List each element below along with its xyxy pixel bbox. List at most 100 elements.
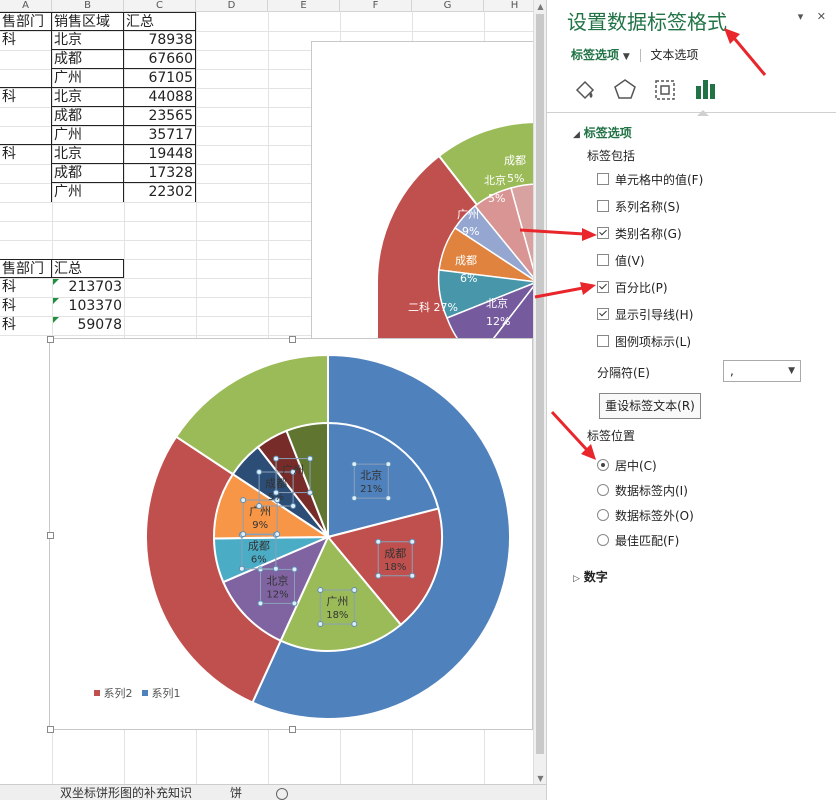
table1-cell-region[interactable]: 广州 bbox=[52, 183, 124, 202]
checkbox-checked[interactable] bbox=[597, 308, 609, 320]
checkbox[interactable] bbox=[597, 335, 609, 347]
option-series-name[interactable]: 系列名称(S) bbox=[597, 199, 680, 215]
table1-cell-region[interactable]: 北京 bbox=[52, 88, 124, 107]
table1-cell-dept[interactable] bbox=[0, 164, 52, 183]
table1-header-region[interactable]: 销售区域 bbox=[52, 12, 124, 31]
data-label[interactable]: 9% bbox=[462, 225, 479, 238]
chart-main[interactable]: 北京 21% 成都 18% 广州 18% 北京 12% 成都 6% 广州 9% 成都 5% 广州 系列2 系… bbox=[47, 336, 533, 733]
checkbox-checked[interactable] bbox=[597, 227, 609, 239]
fill-line-icon[interactable] bbox=[571, 76, 599, 102]
resize-handle[interactable] bbox=[289, 336, 296, 343]
resize-handle[interactable] bbox=[289, 726, 296, 733]
label-handle[interactable] bbox=[274, 531, 281, 538]
table2-cell-total[interactable]: 213703 bbox=[52, 278, 124, 297]
option-leader-lines[interactable]: 显示引导线(H) bbox=[597, 307, 693, 323]
data-label[interactable]: 成都 bbox=[504, 154, 526, 167]
data-label[interactable]: 12% bbox=[486, 315, 510, 328]
column-header-b[interactable]: B bbox=[52, 0, 124, 12]
collapse-icon[interactable]: ◢ bbox=[573, 130, 580, 140]
expand-icon[interactable]: ▷ bbox=[573, 574, 580, 584]
table1-cell-dept[interactable]: 科 bbox=[0, 88, 52, 107]
table1-cell-dept[interactable] bbox=[0, 126, 52, 145]
option-legend-key[interactable]: 图例项标示(L) bbox=[597, 334, 691, 350]
data-label-percent[interactable]: 18% bbox=[384, 562, 406, 573]
table1-cell-region[interactable]: 广州 bbox=[52, 126, 124, 145]
label-handle[interactable] bbox=[256, 469, 263, 476]
label-handle[interactable] bbox=[272, 565, 279, 572]
position-center[interactable]: 居中(C) bbox=[597, 458, 657, 474]
column-header-f[interactable]: F bbox=[340, 0, 412, 12]
table1-cell-total[interactable]: 19448 bbox=[124, 145, 196, 164]
label-handle[interactable] bbox=[256, 503, 263, 510]
tab-text-options[interactable]: 文本选项 bbox=[650, 48, 698, 62]
label-handle[interactable] bbox=[351, 461, 358, 468]
table2-header-dept[interactable]: 售部门 bbox=[0, 259, 52, 278]
column-header-e[interactable]: E bbox=[268, 0, 340, 12]
table2-cell-dept[interactable]: 科 bbox=[0, 278, 52, 297]
label-handle[interactable] bbox=[317, 587, 324, 594]
chart-legend[interactable]: 系列2 系列1 bbox=[94, 685, 181, 701]
label-handle[interactable] bbox=[307, 489, 314, 496]
table2-cell-dept[interactable]: 科 bbox=[0, 297, 52, 316]
checkbox-checked[interactable] bbox=[597, 281, 609, 293]
label-handle[interactable] bbox=[291, 566, 298, 573]
data-label-category[interactable]: 广州 bbox=[282, 464, 304, 477]
checkbox[interactable] bbox=[597, 173, 609, 185]
table1-cell-total[interactable]: 78938 bbox=[124, 31, 196, 50]
legend-label-series2[interactable]: 系列2 bbox=[104, 687, 133, 700]
data-label[interactable]: 北京 bbox=[486, 296, 508, 310]
table1-cell-region[interactable]: 成都 bbox=[52, 164, 124, 183]
size-properties-icon[interactable] bbox=[651, 76, 679, 102]
label-handle[interactable] bbox=[351, 495, 358, 502]
label-handle[interactable] bbox=[290, 503, 297, 510]
position-outside-end[interactable]: 数据标签外(O) bbox=[597, 508, 694, 524]
table1-cell-region[interactable]: 成都 bbox=[52, 107, 124, 126]
table1-cell-total[interactable]: 17328 bbox=[124, 164, 196, 183]
label-handle[interactable] bbox=[291, 600, 298, 607]
table1-cell-dept[interactable] bbox=[0, 107, 52, 126]
section-number[interactable]: ▷ 数字 bbox=[573, 568, 608, 585]
option-value[interactable]: 值(V) bbox=[597, 253, 645, 269]
label-handle[interactable] bbox=[375, 538, 382, 545]
table1-cell-total[interactable]: 67105 bbox=[124, 69, 196, 88]
label-handle[interactable] bbox=[257, 566, 264, 573]
label-handle[interactable] bbox=[351, 587, 358, 594]
data-label[interactable]: 5% bbox=[488, 192, 505, 205]
label-handle[interactable] bbox=[351, 621, 358, 628]
chart-top-plot[interactable]: 三科 16% 成都 5% 北京 5% 广州 9% 成都 6% 北京 12% 二科… bbox=[312, 42, 546, 341]
section-label-options[interactable]: ◢ 标签选项 bbox=[573, 124, 632, 141]
data-label[interactable]: 广州 bbox=[457, 208, 479, 221]
label-handle[interactable] bbox=[240, 531, 247, 538]
table1-cell-region[interactable]: 成都 bbox=[52, 50, 124, 69]
table1-cell-dept[interactable] bbox=[0, 50, 52, 69]
label-handle[interactable] bbox=[385, 461, 392, 468]
label-handle[interactable] bbox=[409, 538, 416, 545]
table1-cell-region[interactable]: 广州 bbox=[52, 69, 124, 88]
add-sheet-icon[interactable] bbox=[276, 788, 288, 800]
label-handle[interactable] bbox=[375, 572, 382, 579]
panel-menu-icon[interactable]: ▾ bbox=[798, 10, 804, 23]
vertical-scrollbar[interactable]: ▲ ▼ bbox=[533, 0, 546, 800]
table1-cell-total[interactable]: 35717 bbox=[124, 126, 196, 145]
table1-header-dept[interactable]: 售部门 bbox=[0, 12, 52, 31]
table1-cell-dept[interactable] bbox=[0, 183, 52, 202]
data-label[interactable]: 5% bbox=[507, 172, 524, 185]
label-handle[interactable] bbox=[238, 565, 245, 572]
label-handle[interactable] bbox=[240, 497, 247, 504]
table2-cell-total[interactable]: 103370 bbox=[52, 297, 124, 316]
radio[interactable] bbox=[597, 534, 609, 546]
label-handle[interactable] bbox=[273, 455, 280, 462]
label-handle[interactable] bbox=[273, 489, 280, 496]
data-label-percent[interactable]: 21% bbox=[360, 484, 382, 495]
data-label[interactable]: 成都 bbox=[455, 254, 477, 267]
radio[interactable] bbox=[597, 484, 609, 496]
option-cell-value[interactable]: 单元格中的值(F) bbox=[597, 172, 703, 188]
sheet-tab[interactable]: 饼 bbox=[230, 785, 242, 800]
column-header-c[interactable]: C bbox=[124, 0, 196, 12]
scroll-thumb[interactable] bbox=[536, 14, 544, 754]
data-label-percent[interactable]: 12% bbox=[266, 589, 288, 600]
radio-checked[interactable] bbox=[597, 459, 609, 471]
data-label-category[interactable]: 广州 bbox=[326, 595, 348, 608]
legend-label-series1[interactable]: 系列1 bbox=[152, 687, 181, 700]
table1-header-total[interactable]: 汇总 bbox=[124, 12, 196, 31]
